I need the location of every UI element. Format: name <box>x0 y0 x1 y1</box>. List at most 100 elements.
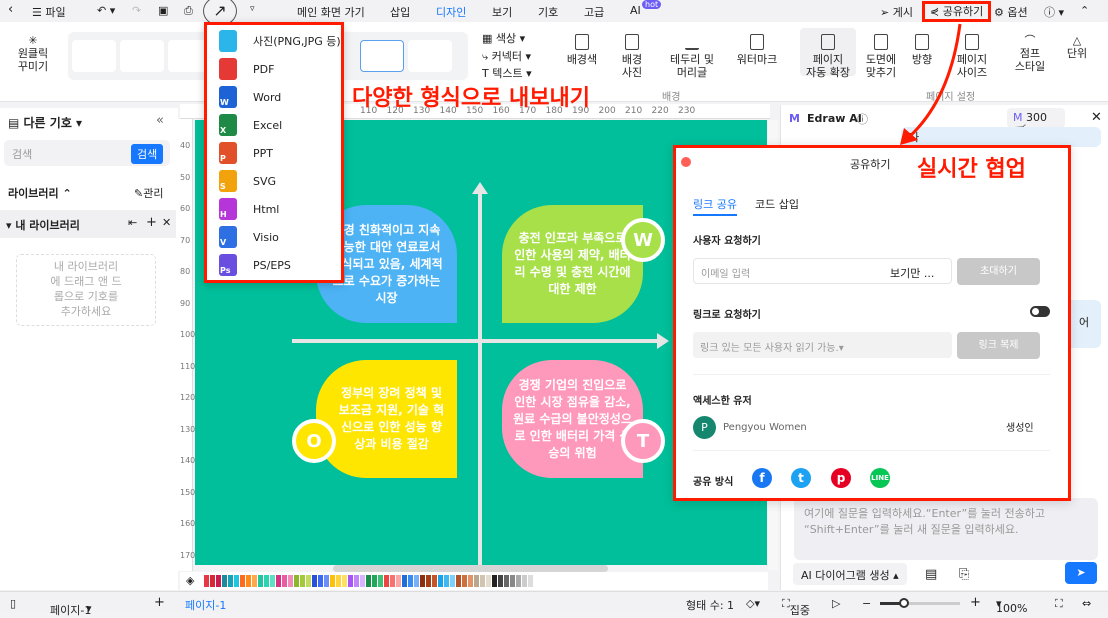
layers-icon[interactable]: ◇▾ <box>746 597 760 610</box>
file-menu[interactable]: ☰ 파일 <box>32 4 66 20</box>
menu-design[interactable]: 디자인 <box>436 4 467 24</box>
tab-link-share[interactable]: 링크 공유 <box>693 196 737 216</box>
color-swatch[interactable] <box>306 575 311 587</box>
color-swatch[interactable] <box>414 575 419 587</box>
color-swatch[interactable] <box>498 575 503 587</box>
add-icon[interactable]: + <box>146 215 157 230</box>
jump-style-button[interactable]: ⌒ 점프 스타일 <box>1010 34 1050 73</box>
ai-question-input[interactable]: 여기에 질문을 입력하세요.“Enter”를 눌러 전송하고 “Shift+En… <box>794 498 1098 560</box>
color-swatch[interactable] <box>408 575 413 587</box>
color-swatch[interactable] <box>420 575 425 587</box>
zoom-slider-handle[interactable] <box>899 598 909 608</box>
color-swatch[interactable] <box>396 575 401 587</box>
help-icon[interactable]: ⓘ ▾ <box>1044 4 1064 20</box>
color-swatch[interactable] <box>276 575 281 587</box>
background-image-button[interactable]: 배경 사진 <box>612 34 652 79</box>
color-swatch[interactable] <box>402 575 407 587</box>
color-swatch[interactable] <box>318 575 323 587</box>
text-button[interactable]: T 텍스트 ▾ <box>482 67 532 80</box>
export-option[interactable]: S SVG <box>219 169 276 193</box>
color-swatch[interactable] <box>324 575 329 587</box>
export-option[interactable]: H Html <box>219 197 279 221</box>
theme-1[interactable] <box>72 40 116 72</box>
library-heading[interactable]: 라이브러리 ⌃ <box>8 185 72 201</box>
color-swatch[interactable] <box>492 575 497 587</box>
facebook-icon[interactable]: f <box>752 468 772 488</box>
color-swatch[interactable] <box>522 575 527 587</box>
theme-5[interactable] <box>408 40 452 72</box>
fit-page-icon[interactable]: ⛶ <box>1055 597 1063 611</box>
symbols-dropdown[interactable]: ▤ 다른 기호 ▾ <box>8 114 82 131</box>
color-swatch[interactable] <box>294 575 299 587</box>
copy-link-button[interactable]: 링크 복제 <box>957 332 1040 359</box>
color-swatch[interactable] <box>210 575 215 587</box>
color-swatch[interactable] <box>426 575 431 587</box>
color-swatch[interactable] <box>348 575 353 587</box>
color-swatch[interactable] <box>474 575 479 587</box>
zoom-select[interactable]: 100% ▾ <box>996 597 1027 615</box>
chat-history-icon[interactable]: ▤ <box>925 567 937 582</box>
export-option[interactable]: X Excel <box>219 113 282 137</box>
email-input[interactable]: 이메일 입력 보기만 ... <box>693 258 952 284</box>
focus-button[interactable]: ⛶ 집중 <box>782 597 810 617</box>
color-swatch[interactable] <box>468 575 473 587</box>
color-swatch[interactable] <box>234 575 239 587</box>
search-button[interactable]: 검색 <box>131 144 164 164</box>
menu-symbols[interactable]: 기호 <box>538 4 558 20</box>
color-swatch[interactable] <box>462 575 467 587</box>
manage-button[interactable]: ✎관리 <box>134 185 163 201</box>
color-button[interactable]: ▦ 색상 ▾ <box>482 32 525 45</box>
watermark-button[interactable]: 워터마크 <box>734 34 780 66</box>
color-swatch[interactable] <box>366 575 371 587</box>
color-swatch[interactable] <box>480 575 485 587</box>
color-swatch[interactable] <box>504 575 509 587</box>
help-icon[interactable]: ⓘ <box>857 111 868 127</box>
color-swatch[interactable] <box>360 575 365 587</box>
threat-box[interactable]: 경쟁 기업의 진입으로 인한 시장 점유율 감소, 원료 수급의 불안정성으로 … <box>502 360 643 478</box>
publish-button[interactable]: ➢ 게시 <box>880 4 913 20</box>
color-swatch[interactable] <box>354 575 359 587</box>
color-swatch[interactable] <box>450 575 455 587</box>
import-icon[interactable]: ⇤ <box>128 216 137 229</box>
line-icon[interactable]: LINE <box>870 468 890 488</box>
color-swatch[interactable] <box>282 575 287 587</box>
zoom-slider[interactable] <box>880 598 960 608</box>
collapse-sidebar-icon[interactable]: « <box>156 113 164 128</box>
link-share-toggle[interactable] <box>1030 306 1050 317</box>
color-swatch[interactable] <box>378 575 383 587</box>
color-swatch[interactable] <box>258 575 263 587</box>
weakness-box[interactable]: 충전 인프라 부족으로 인한 사용의 제약, 배터리 수명 및 충전 시간에 대… <box>502 205 643 323</box>
color-swatch[interactable] <box>264 575 269 587</box>
page-layout-icon[interactable]: ▯ <box>10 597 16 610</box>
color-swatch[interactable] <box>342 575 347 587</box>
export-option[interactable]: V Visio <box>219 225 279 249</box>
menu-home[interactable]: 메인 화면 가기 <box>297 4 365 20</box>
fill-icon[interactable]: ◈ <box>186 574 194 587</box>
menu-advanced[interactable]: 고급 <box>584 4 604 20</box>
color-swatch[interactable] <box>204 575 209 587</box>
fit-width-icon[interactable]: ⇔ <box>1082 597 1091 610</box>
redo-icon[interactable]: ↷ <box>132 4 141 17</box>
back-icon[interactable]: ‹ <box>8 2 13 17</box>
twitter-icon[interactable]: t <box>791 468 811 488</box>
undo-icon[interactable]: ↶ ▾ <box>97 4 115 17</box>
add-page-button[interactable]: + <box>154 595 165 610</box>
unit-button[interactable]: △ 단위 <box>1062 34 1092 60</box>
export-option[interactable]: P PPT <box>219 141 273 165</box>
color-swatch[interactable] <box>228 575 233 587</box>
color-swatch[interactable] <box>390 575 395 587</box>
color-swatch[interactable] <box>330 575 335 587</box>
export-option[interactable]: Ps PS/EPS <box>219 253 291 277</box>
page-tab[interactable]: 페이지-1 <box>185 597 226 613</box>
color-swatch[interactable] <box>252 575 257 587</box>
color-swatch[interactable] <box>240 575 245 587</box>
more-icon[interactable]: ▿ <box>250 4 255 14</box>
border-header-button[interactable]: 테두리 및 머리글 <box>662 34 722 79</box>
color-swatch[interactable] <box>216 575 221 587</box>
library-drop-zone[interactable]: 내 라이브러리 에 드래그 앤 드 롭으로 기호를 추가하세요 <box>16 254 156 326</box>
color-swatch[interactable] <box>312 575 317 587</box>
credits-badge[interactable]: M 300 🛒︎ <box>1007 108 1065 137</box>
permission-dropdown[interactable]: 보기만 ... <box>890 265 934 281</box>
opportunity-box[interactable]: 정부의 장려 정책 및 보조금 지원, 기술 혁신으로 인한 성능 향상과 비용… <box>316 360 457 478</box>
color-swatch[interactable] <box>300 575 305 587</box>
